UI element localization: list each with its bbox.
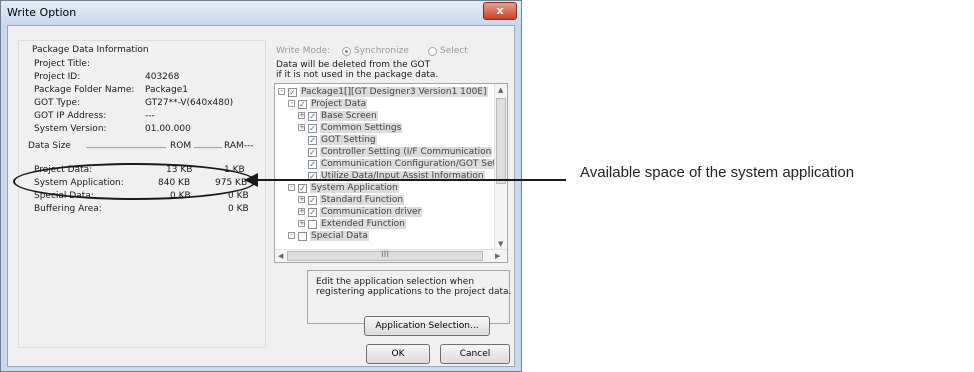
project-id-label: Project ID: <box>34 72 81 82</box>
buffering-area-ram: 0 KB <box>228 204 249 214</box>
checkbox-checked-icon[interactable]: ✓ <box>308 136 317 145</box>
application-selection-button[interactable]: Application Selection... <box>364 316 490 336</box>
scroll-left-icon[interactable]: ◀ <box>278 252 283 260</box>
expand-icon[interactable]: + <box>298 220 305 227</box>
annotation-text: Available space of the system applicatio… <box>580 164 855 181</box>
scroll-up-icon[interactable]: ▲ <box>498 86 503 94</box>
tree-item-label: Special Data <box>310 231 369 241</box>
ok-button[interactable]: OK <box>366 344 430 364</box>
close-button[interactable]: x <box>483 2 517 20</box>
app-selection-hint-line-2: registering applications to the project … <box>316 287 512 297</box>
tree-item-label: Standard Function <box>320 195 405 205</box>
tree-vertical-scrollbar[interactable]: ▲ ▼ <box>494 84 507 250</box>
checkbox-checked-icon[interactable]: ✓ <box>308 148 317 157</box>
ram-column-header: RAM--- <box>224 141 254 151</box>
application-selection-label: Application Selection... <box>375 321 479 331</box>
dialog-title: Write Option <box>7 6 77 19</box>
tree-horizontal-scrollbar[interactable]: ◀ III ▶ <box>275 249 507 262</box>
rom-ram-divider <box>194 147 222 148</box>
data-size-divider <box>86 147 166 148</box>
select-option-label: Select <box>440 46 468 56</box>
scroll-down-icon[interactable]: ▼ <box>498 240 503 248</box>
notice-line-2: if it is not used in the package data. <box>276 70 439 80</box>
tree-item-label: Extended Function <box>320 219 406 229</box>
got-ip-label: GOT IP Address: <box>34 111 107 121</box>
tree-item-label: Project Data <box>310 99 368 109</box>
scroll-right-icon[interactable]: ▶ <box>495 252 500 260</box>
select-radio[interactable] <box>428 47 437 56</box>
project-id-value: 403268 <box>145 72 180 82</box>
collapse-icon[interactable]: - <box>288 232 295 239</box>
rom-column-header: ROM <box>170 141 192 151</box>
checkbox-unchecked-icon[interactable] <box>308 220 317 229</box>
checkbox-checked-icon[interactable]: ✓ <box>308 208 317 217</box>
checkbox-checked-icon[interactable]: ✓ <box>298 100 307 109</box>
system-version-value: 01.00.000 <box>145 124 191 134</box>
tree-item-label: Communication driver <box>320 207 423 217</box>
checkbox-checked-icon[interactable]: ✓ <box>308 124 317 133</box>
cancel-label: Cancel <box>459 349 491 359</box>
annotation-arrow <box>244 173 566 187</box>
tree-item-label: GOT Setting <box>320 135 377 145</box>
checkbox-unchecked-icon[interactable] <box>298 232 307 241</box>
package-folder-value: Package1 <box>145 85 189 95</box>
collapse-icon[interactable]: - <box>278 88 285 95</box>
tree-item-label: Package1[][GT Designer3 Version1 100E] <box>300 87 488 97</box>
close-icon: x <box>496 4 504 17</box>
checkbox-checked-icon[interactable]: ✓ <box>288 88 297 97</box>
collapse-icon[interactable]: - <box>288 100 295 107</box>
ok-label: OK <box>391 349 405 359</box>
write-mode-label: Write Mode: <box>276 46 331 56</box>
horizontal-scroll-thumb[interactable]: III <box>287 251 483 261</box>
expand-icon[interactable]: + <box>298 196 305 203</box>
notice-line-1: Data will be deleted from the GOT <box>276 60 431 70</box>
expand-icon[interactable]: + <box>298 124 305 131</box>
package-data-group-title: Package Data Information <box>30 45 151 55</box>
system-version-label: System Version: <box>34 124 107 134</box>
highlight-ellipse <box>13 163 256 200</box>
checkbox-checked-icon[interactable]: ✓ <box>308 196 317 205</box>
scroll-grip-icon: III <box>381 250 389 260</box>
checkbox-checked-icon[interactable]: ✓ <box>308 112 317 121</box>
buffering-area-label: Buffering Area: <box>34 204 102 214</box>
got-type-value: GT27**-V(640x480) <box>145 98 234 108</box>
package-folder-label: Package Folder Name: <box>34 85 135 95</box>
got-type-label: GOT Type: <box>34 98 81 108</box>
synchronize-radio[interactable] <box>342 47 351 56</box>
project-title-label: Project Title: <box>34 59 90 69</box>
tree-item-label: Controller Setting (I/F Communication <box>320 147 493 157</box>
app-selection-hint-line-1: Edit the application selection when <box>316 277 475 287</box>
tree-item-label: Base Screen <box>320 111 378 121</box>
expand-icon[interactable]: + <box>298 112 305 119</box>
synchronize-option-label: Synchronize <box>354 46 409 56</box>
data-size-label: Data Size <box>28 141 71 151</box>
expand-icon[interactable]: + <box>298 208 305 215</box>
title-bar: Write Option x <box>1 1 521 25</box>
tree-item-label: Common Settings <box>320 123 403 133</box>
got-ip-value: --- <box>145 111 155 121</box>
cancel-button[interactable]: Cancel <box>440 344 510 364</box>
